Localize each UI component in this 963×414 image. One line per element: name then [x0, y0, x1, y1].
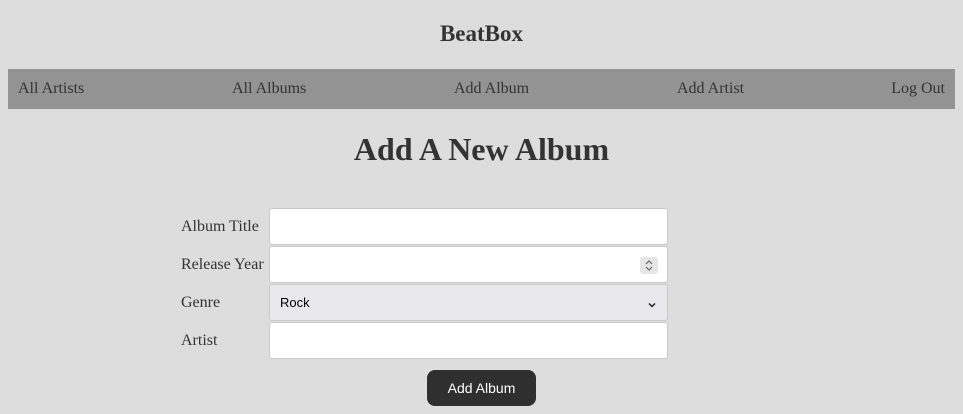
- main-nav: All Artists All Albums Add Album Add Art…: [8, 69, 955, 109]
- album-title-input[interactable]: [269, 208, 668, 245]
- artist-input[interactable]: [269, 322, 668, 359]
- release-year-input[interactable]: [269, 246, 668, 283]
- nav-link-log-out[interactable]: Log Out: [891, 69, 945, 109]
- genre-select[interactable]: Rock: [269, 284, 668, 321]
- add-album-button[interactable]: Add Album: [427, 370, 536, 406]
- nav-link-add-album[interactable]: Add Album: [454, 69, 529, 109]
- nav-link-all-artists[interactable]: All Artists: [18, 69, 84, 109]
- page-title: Add A New Album: [353, 131, 610, 167]
- up-down-stepper-icon[interactable]: [640, 257, 658, 274]
- nav-link-add-artist[interactable]: Add Artist: [677, 69, 744, 109]
- release-year-label: Release Year: [181, 256, 264, 273]
- album-title-label: Album Title: [181, 218, 259, 235]
- nav-link-all-albums[interactable]: All Albums: [232, 69, 306, 109]
- site-title: BeatBox: [439, 21, 524, 46]
- chevron-down-icon: [647, 298, 657, 308]
- genre-label: Genre: [181, 294, 221, 311]
- artist-label: Artist: [181, 332, 218, 349]
- genre-selected-value: Rock: [280, 295, 310, 310]
